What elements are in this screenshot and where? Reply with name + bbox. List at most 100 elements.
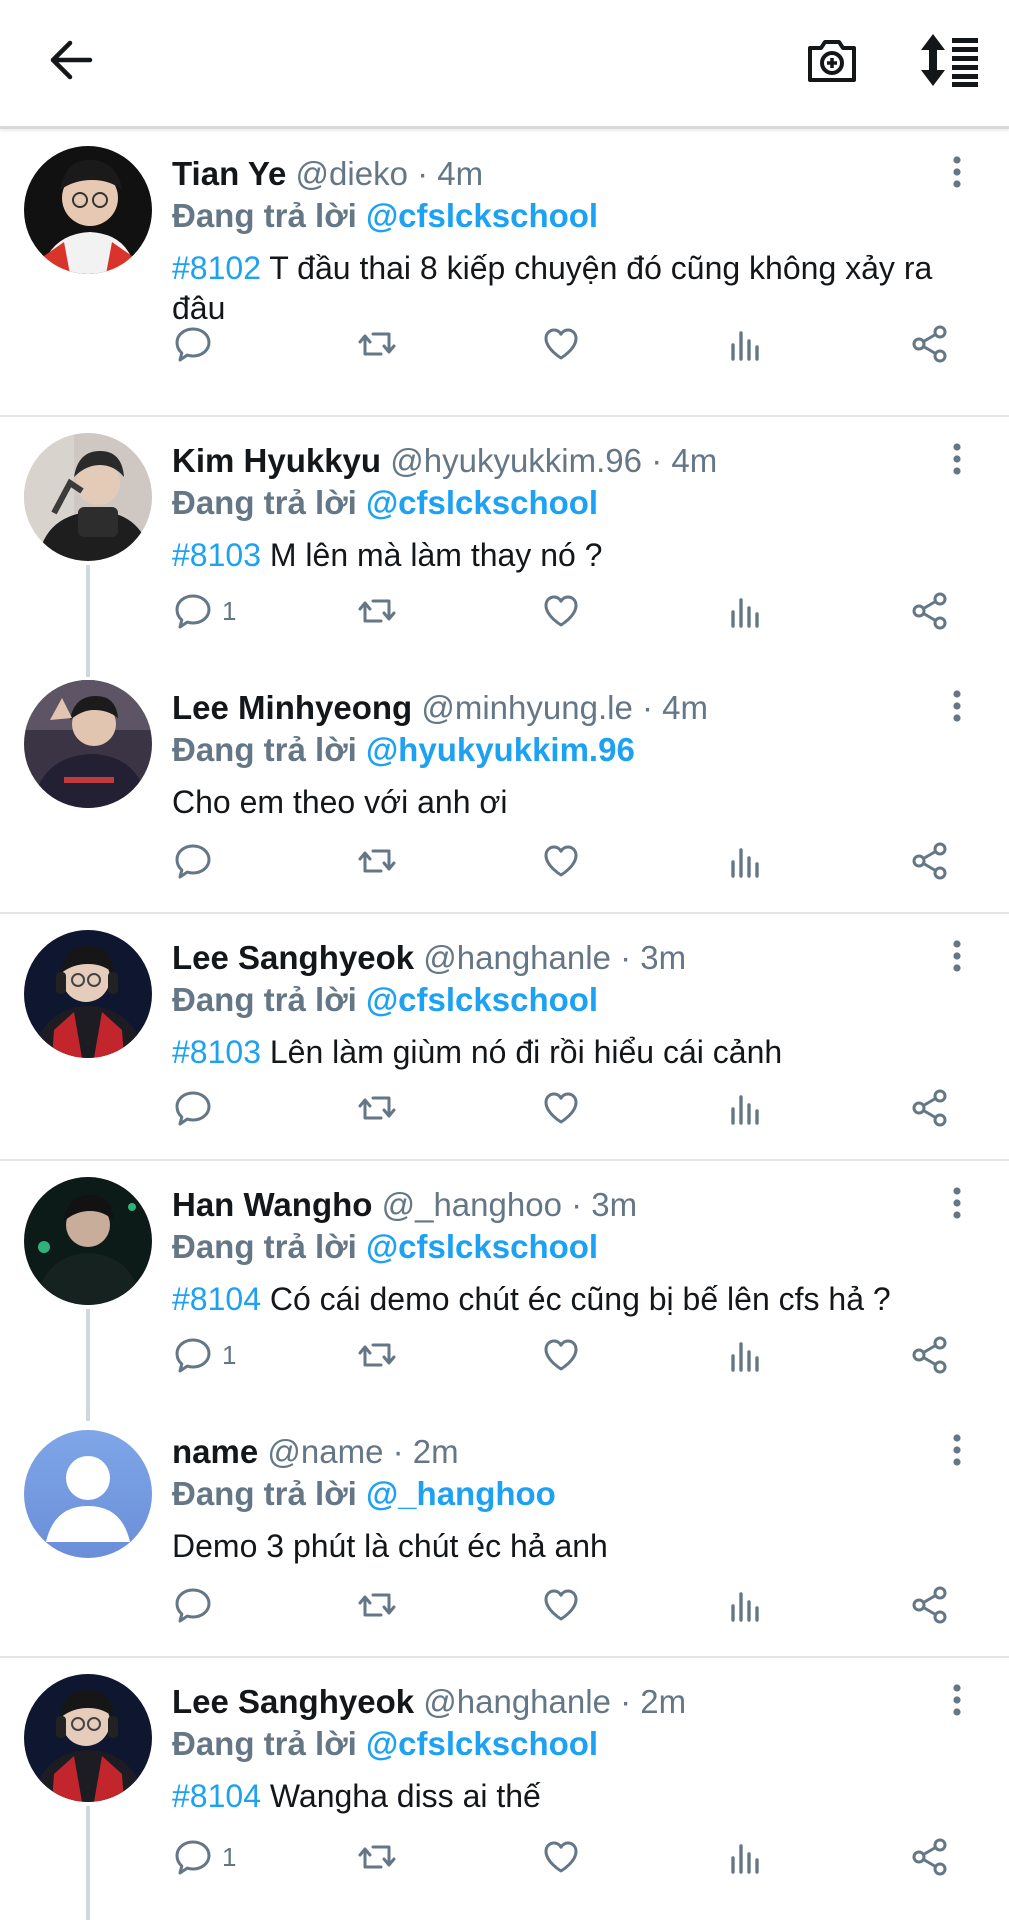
retweet-button[interactable]: [356, 1836, 398, 1882]
reply-button[interactable]: [172, 1584, 214, 1630]
author-name[interactable]: Lee Minhyeong: [172, 689, 412, 726]
mention-link[interactable]: @_hanghoo: [366, 1475, 556, 1512]
retweet-button[interactable]: [356, 323, 398, 369]
avatar[interactable]: [24, 1674, 152, 1802]
stats-button[interactable]: [725, 590, 767, 636]
share-icon: [909, 1334, 951, 1376]
author-handle[interactable]: @name: [267, 1433, 383, 1470]
heart-icon: [540, 1087, 582, 1129]
sort-list-icon[interactable]: [918, 32, 980, 88]
replying-to-label: Đang trả lời: [172, 1475, 357, 1512]
author-handle[interactable]: @hanghanle: [423, 1683, 611, 1720]
replying-to: Đang trả lời @cfslckschool: [172, 483, 598, 523]
author-name[interactable]: Lee Sanghyeok: [172, 1683, 414, 1720]
more-options-icon[interactable]: [944, 1430, 970, 1470]
reply-button[interactable]: [172, 323, 214, 369]
more-options-icon[interactable]: [944, 152, 970, 192]
author-line: Tian Ye @dieko · 4m: [172, 154, 483, 194]
hashtag-link[interactable]: #8104: [172, 1778, 261, 1814]
author-line: Lee Sanghyeok @hanghanle · 3m: [172, 938, 686, 978]
avatar[interactable]: [24, 433, 152, 561]
more-options-icon[interactable]: [944, 1183, 970, 1223]
tweet-item[interactable]: Lee Sanghyeok @hanghanle · 2m Đang trả l…: [0, 1656, 1009, 1920]
stats-button[interactable]: [725, 840, 767, 886]
hashtag-link[interactable]: #8103: [172, 1034, 261, 1070]
reply-button[interactable]: [172, 840, 214, 886]
share-icon: [909, 1087, 951, 1129]
author-handle[interactable]: @_hanghoo: [382, 1186, 562, 1223]
share-button[interactable]: [909, 1584, 951, 1630]
hashtag-link[interactable]: #8103: [172, 537, 261, 573]
like-button[interactable]: [540, 1334, 582, 1380]
retweet-button[interactable]: [356, 840, 398, 886]
more-options-icon[interactable]: [944, 439, 970, 479]
author-handle[interactable]: @minhyung.le: [421, 689, 632, 726]
author-name[interactable]: Kim Hyukkyu: [172, 442, 381, 479]
mention-link[interactable]: @cfslckschool: [366, 981, 598, 1018]
reply-button[interactable]: 1: [172, 1836, 236, 1882]
retweet-button[interactable]: [356, 1584, 398, 1630]
replying-to-label: Đang trả lời: [172, 197, 357, 234]
share-button[interactable]: [909, 323, 951, 369]
like-button[interactable]: [540, 1584, 582, 1630]
mention-link[interactable]: @hyukyukkim.96: [366, 731, 635, 768]
stats-button[interactable]: [725, 1087, 767, 1133]
camera-plus-icon[interactable]: [804, 32, 860, 88]
stats-button[interactable]: [725, 1334, 767, 1380]
dot-separator: ·: [417, 155, 429, 192]
hashtag-link[interactable]: #8102: [172, 250, 261, 286]
mention-link[interactable]: @cfslckschool: [366, 1228, 598, 1265]
author-name[interactable]: name: [172, 1433, 258, 1470]
tweet-item[interactable]: Kim Hyukkyu @hyukyukkim.96 · 4m Đang trả…: [0, 415, 1009, 677]
avatar[interactable]: [24, 1177, 152, 1305]
avatar[interactable]: [24, 146, 152, 274]
reply-button[interactable]: 1: [172, 1334, 236, 1380]
tweet-body: Wangha diss ai thế: [269, 1778, 541, 1814]
avatar[interactable]: [24, 1430, 152, 1558]
arrow-left-icon[interactable]: [44, 34, 96, 86]
tweet-item[interactable]: Lee Sanghyeok @hanghanle · 3m Đang trả l…: [0, 912, 1009, 1161]
stats-button[interactable]: [725, 1584, 767, 1630]
tweet-item[interactable]: Han Wangho @_hanghoo · 3m Đang trả lời @…: [0, 1159, 1009, 1421]
share-button[interactable]: [909, 590, 951, 636]
avatar[interactable]: [24, 680, 152, 808]
author-handle[interactable]: @hanghanle: [423, 939, 611, 976]
like-button[interactable]: [540, 1087, 582, 1133]
like-button[interactable]: [540, 1836, 582, 1882]
share-button[interactable]: [909, 1836, 951, 1882]
mention-link[interactable]: @cfslckschool: [366, 1725, 598, 1762]
hashtag-link[interactable]: #8104: [172, 1281, 261, 1317]
more-options-icon[interactable]: [944, 686, 970, 726]
share-button[interactable]: [909, 840, 951, 886]
reply-button[interactable]: 1: [172, 590, 236, 636]
retweet-button[interactable]: [356, 1334, 398, 1380]
tweet-item[interactable]: name @name · 2m Đang trả lời @_hanghoo D…: [0, 1406, 1009, 1658]
author-name[interactable]: Tian Ye: [172, 155, 286, 192]
mention-link[interactable]: @cfslckschool: [366, 484, 598, 521]
author-name[interactable]: Lee Sanghyeok: [172, 939, 414, 976]
stats-button[interactable]: [725, 323, 767, 369]
bar-chart-icon: [725, 1836, 767, 1878]
tweet-item[interactable]: Tian Ye @dieko · 4m Đang trả lời @cfslck…: [0, 128, 1009, 417]
reply-button[interactable]: [172, 1087, 214, 1133]
tweet-item[interactable]: Lee Minhyeong @minhyung.le · 4m Đang trả…: [0, 662, 1009, 914]
like-button[interactable]: [540, 590, 582, 636]
share-button[interactable]: [909, 1087, 951, 1133]
more-options-icon[interactable]: [944, 1680, 970, 1720]
stats-button[interactable]: [725, 1836, 767, 1882]
more-options-icon[interactable]: [944, 936, 970, 976]
author-handle[interactable]: @dieko: [296, 155, 408, 192]
retweet-button[interactable]: [356, 590, 398, 636]
like-button[interactable]: [540, 323, 582, 369]
bar-chart-icon: [725, 1584, 767, 1626]
replying-to-label: Đang trả lời: [172, 1228, 357, 1265]
share-button[interactable]: [909, 1334, 951, 1380]
retweet-button[interactable]: [356, 1087, 398, 1133]
mention-link[interactable]: @cfslckschool: [366, 197, 598, 234]
reply-icon: [172, 1334, 214, 1376]
author-handle[interactable]: @hyukyukkim.96: [390, 442, 642, 479]
avatar[interactable]: [24, 930, 152, 1058]
author-name[interactable]: Han Wangho: [172, 1186, 372, 1223]
action-bar: 1: [172, 590, 972, 640]
like-button[interactable]: [540, 840, 582, 886]
